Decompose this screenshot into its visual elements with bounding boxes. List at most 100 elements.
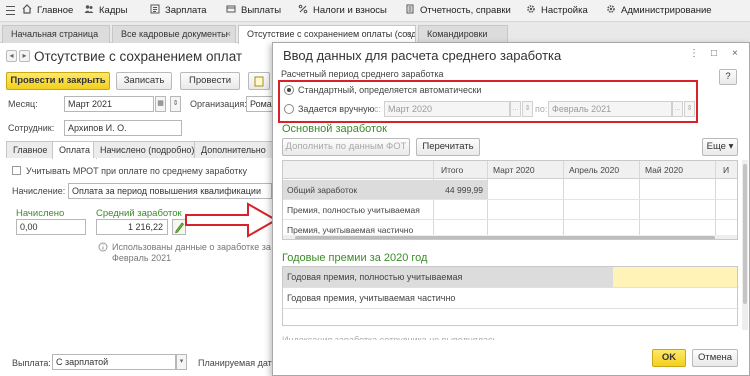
close-icon[interactable]: × [226, 26, 231, 43]
home-icon [22, 4, 32, 14]
mrot-label: Учитывать МРОТ при оплате по среднему за… [26, 166, 247, 176]
menu-item-salary[interactable]: Зарплата [150, 0, 207, 22]
post-button[interactable]: Провести [180, 72, 240, 90]
main-earnings-section-title: Основной заработок [282, 123, 387, 135]
menu-item-taxes[interactable]: Налоги и взносы [298, 0, 387, 22]
tab-home-page[interactable]: Начальная страница [2, 25, 110, 43]
organization-field[interactable]: Ромашк [246, 96, 274, 112]
menu-item-admin[interactable]: Администрирование [606, 0, 712, 22]
table-row-name: Премия, учитываемая частично [287, 225, 414, 235]
payout-label: Выплата: [12, 358, 51, 368]
post-and-close-button[interactable]: Провести и закрыть [6, 72, 110, 90]
average-earnings-label: Средний заработок [96, 208, 182, 219]
month-stepper[interactable]: ⇕ [170, 96, 181, 112]
print-button[interactable] [248, 72, 270, 90]
menu-item-settings[interactable]: Настройка [526, 0, 588, 22]
bonus-row-label: Годовая премия, учитываемая частично [287, 293, 456, 303]
menu-item-main[interactable]: Главное [22, 0, 73, 22]
radio-auto-label: Стандартный, определяется автоматически [298, 85, 482, 95]
calendar-icon[interactable]: ▦ [155, 96, 166, 112]
organization-label: Организация: [190, 99, 247, 109]
chevron-down-icon[interactable]: ▾ [176, 354, 187, 370]
payout-field[interactable]: С зарплатой [52, 354, 176, 370]
callout-arrow-icon [185, 202, 279, 238]
period-label: Расчетный период среднего заработка [281, 69, 444, 79]
subtab-accrued-detailed[interactable]: Начислено (подробно) [93, 141, 202, 158]
more-label: Еще [706, 141, 726, 152]
bonus-row-label: Годовая премия, полностью учитываемая [287, 272, 463, 282]
save-button[interactable]: Записать [116, 72, 172, 90]
menu-item-payments[interactable]: Выплаты [226, 0, 281, 22]
document-icon [254, 76, 264, 87]
settings-icon [527, 5, 535, 13]
ok-button[interactable]: OK [652, 349, 686, 367]
table-row-name: Общий заработок [287, 185, 358, 195]
from-stepper[interactable]: ⇕ [522, 101, 533, 117]
employee-label: Сотрудник: [8, 123, 55, 133]
menu-item-label: Администрирование [621, 5, 712, 16]
vertical-scrollbar[interactable] [742, 160, 748, 330]
to-stepper[interactable]: ⇕ [684, 101, 695, 117]
maximize-icon[interactable]: □ [711, 48, 717, 59]
annual-bonus-table: Годовая премия, полностью учитываемая Го… [282, 266, 739, 326]
mrot-checkbox[interactable] [12, 166, 21, 175]
tab-label: Отсутствие с сохранением оплаты (создани… [247, 29, 416, 39]
fill-fot-button[interactable]: Дополнить по данным ФОТ [282, 138, 410, 156]
earnings-info-period: Февраль 2021 [112, 253, 172, 263]
help-button[interactable]: ? [719, 69, 737, 85]
tab-label: Начальная страница [11, 29, 99, 39]
tab-all-hr-documents[interactable]: Все кадровые документы × [112, 25, 236, 43]
radio-auto-period[interactable] [284, 85, 294, 95]
indexation-note: Индексация заработка сотрудника не выпол… [282, 335, 498, 340]
to-dots-icon[interactable]: … [672, 101, 683, 117]
salary-icon [150, 4, 160, 14]
menu-item-reports[interactable]: Отчетность, справки [405, 0, 511, 22]
recalculate-button[interactable]: Перечитать [416, 138, 480, 156]
average-earnings-field[interactable]: 1 216,22 [96, 219, 168, 235]
forward-arrow-icon[interactable]: ▸ [19, 50, 30, 62]
column-header-total: Итого [441, 165, 464, 175]
period-from-field[interactable]: Март 2020 [384, 101, 510, 117]
accrual-field[interactable]: Оплата за период повышения квалификации [68, 183, 272, 199]
column-header-next: И [723, 165, 730, 175]
menu-item-label: Кадры [99, 5, 128, 16]
horizontal-scrollbar[interactable] [283, 235, 737, 239]
tab-business-trips[interactable]: Командировки [418, 25, 508, 43]
planned-date-label: Планируемая дата [198, 358, 277, 368]
taxes-icon [298, 4, 308, 14]
menu-burger-icon[interactable] [6, 6, 15, 15]
admin-icon [607, 5, 615, 13]
accrued-label: Начислено [16, 208, 65, 219]
more-vertical-icon[interactable]: ⋮ [689, 48, 699, 59]
tab-label: Командировки [427, 29, 488, 39]
accrued-field[interactable]: 0,00 [16, 219, 86, 235]
close-icon[interactable]: × [732, 48, 738, 59]
cancel-button[interactable]: Отмена [692, 349, 738, 367]
accrual-label: Начисление: [12, 186, 66, 196]
column-header-march: Март 2020 [493, 165, 535, 175]
from-label: с: [374, 104, 382, 114]
month-field[interactable]: Март 2021 [64, 96, 154, 112]
menu-item-label: Главное [37, 5, 74, 16]
table-row-total: 44 999,99 [445, 185, 483, 195]
period-to-field[interactable]: Февраль 2021 [548, 101, 672, 117]
tab-label: Все кадровые документы [121, 29, 228, 39]
subtab-main[interactable]: Главное [6, 141, 55, 158]
earnings-info-text: Использованы данные о заработке за пе [112, 242, 284, 252]
bonus-value-cell[interactable] [613, 267, 737, 287]
menu-item-label: Выплаты [241, 5, 282, 16]
dialog-title: Ввод данных для расчета среднего заработ… [283, 48, 562, 63]
subtab-additional[interactable]: Дополнительно [194, 141, 273, 158]
subtab-payment[interactable]: Оплата [52, 141, 97, 159]
more-button[interactable]: Еще ▾ [702, 138, 738, 156]
info-icon [98, 242, 108, 252]
radio-manual-label: Задается вручную [298, 104, 375, 114]
radio-manual-period[interactable] [284, 104, 294, 114]
menu-item-staff[interactable]: Кадры [84, 0, 127, 22]
document-title: Отсутствие с сохранением оплат [34, 49, 243, 64]
employee-field[interactable]: Архипов И. О. [64, 120, 182, 136]
back-arrow-icon[interactable]: ◂ [6, 50, 17, 62]
close-icon[interactable]: × [406, 26, 411, 43]
reports-icon [406, 4, 414, 14]
from-dots-icon[interactable]: … [510, 101, 521, 117]
